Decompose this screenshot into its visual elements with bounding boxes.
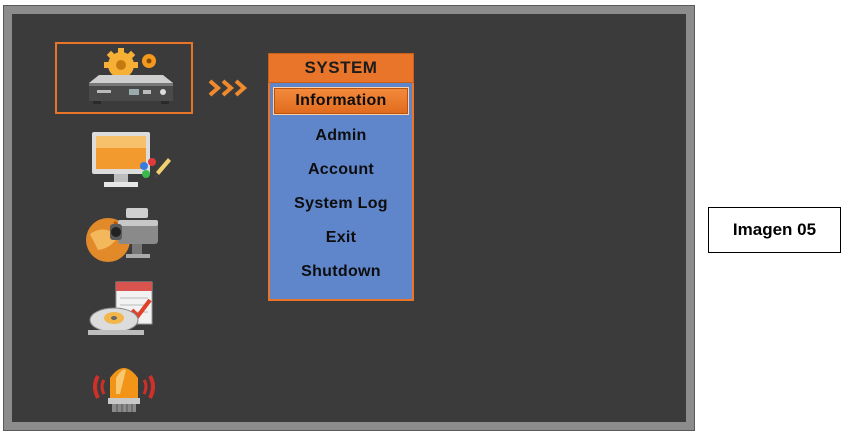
category-schedule[interactable] xyxy=(55,274,193,346)
menu-item-account[interactable]: Account xyxy=(273,156,409,184)
menu-title: SYSTEM xyxy=(268,53,414,83)
calendar-disc-icon xyxy=(88,281,153,335)
menu-item-information[interactable]: Information xyxy=(273,87,409,115)
monitor-paint-icon xyxy=(92,132,171,187)
menu-body: Information Admin Account System Log Exi… xyxy=(268,83,414,301)
dvr-screen: SYSTEM Information Admin Account System … xyxy=(3,5,695,431)
category-system[interactable] xyxy=(55,42,193,114)
alarm-siren-icon xyxy=(93,368,155,412)
menu-item-shutdown[interactable]: Shutdown xyxy=(273,258,409,286)
camera-globe-icon xyxy=(86,208,158,262)
submenu-arrow-icon xyxy=(208,79,248,97)
system-menu: SYSTEM Information Admin Account System … xyxy=(268,53,414,301)
dvr-settings-icon xyxy=(89,48,173,104)
category-alarm[interactable] xyxy=(55,350,193,422)
category-display[interactable] xyxy=(55,124,193,196)
image-caption: Imagen 05 xyxy=(708,207,841,253)
menu-item-exit[interactable]: Exit xyxy=(273,224,409,252)
menu-item-system-log[interactable]: System Log xyxy=(273,190,409,218)
category-record[interactable] xyxy=(55,198,193,270)
menu-item-admin[interactable]: Admin xyxy=(273,122,409,150)
